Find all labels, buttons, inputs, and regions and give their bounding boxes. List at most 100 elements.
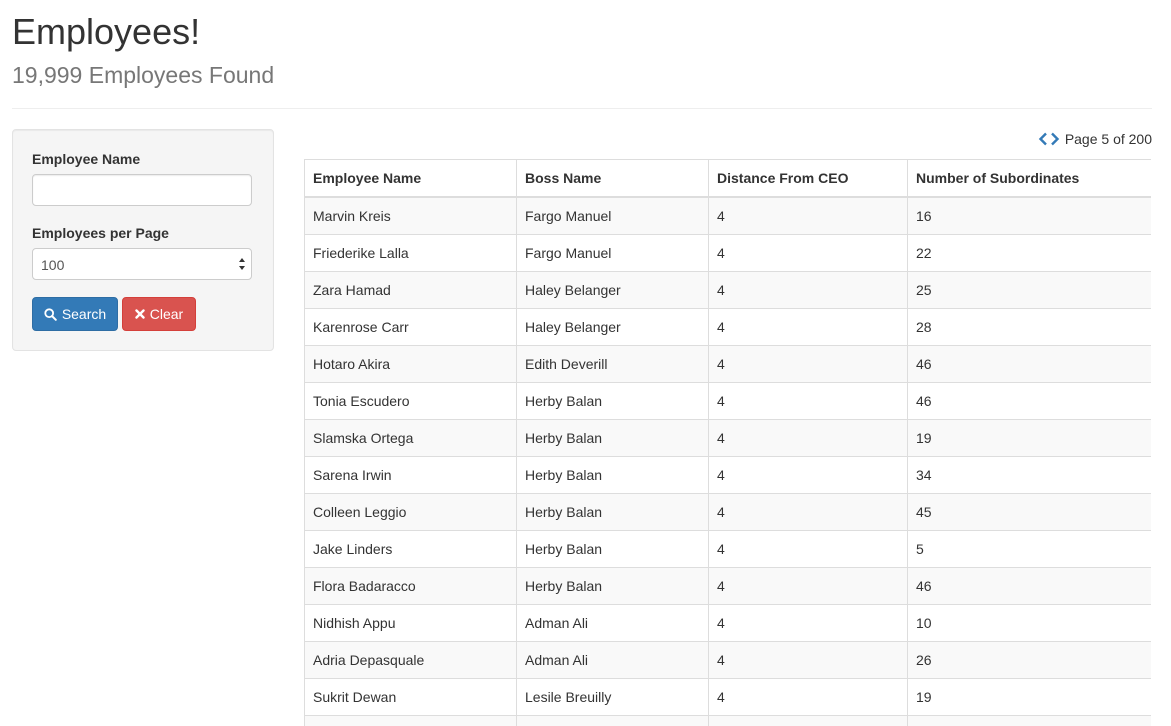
- cell-boss-name: Lesile Breuilly: [516, 678, 709, 716]
- column-header-subordinates[interactable]: Number of Subordinates: [907, 159, 1151, 198]
- column-header-boss-name[interactable]: Boss Name: [516, 159, 709, 198]
- cell-subordinates: 16: [907, 196, 1151, 235]
- cell-employee-name: Flora Badaracco: [304, 567, 517, 605]
- cell-subordinates: 19: [907, 678, 1151, 716]
- per-page-label: Employees per Page: [32, 225, 169, 241]
- cell-employee-name: Colleen Leggio: [304, 493, 517, 531]
- cell-subordinates: 26: [907, 641, 1151, 679]
- cell-boss-name: Herby Balan: [516, 530, 709, 568]
- clear-button[interactable]: Clear: [122, 297, 196, 331]
- search-icon: [44, 307, 57, 321]
- column-header-employee-name[interactable]: Employee Name: [304, 159, 517, 198]
- cell-employee-name: Zara Hamad: [304, 271, 517, 309]
- cell-distance-from-ceo: 4: [708, 493, 908, 531]
- table-row[interactable]: Hotaro Akira Edith Deverill 4 46: [304, 345, 1151, 383]
- cell-distance-from-ceo: 4: [708, 456, 908, 494]
- cell-boss-name: Herby Balan: [516, 382, 709, 420]
- page-title: Employees!: [12, 11, 201, 52]
- table-row[interactable]: Slamska Ortega Herby Balan 4 19: [304, 419, 1151, 457]
- cell-employee-name: Adria Depasquale: [304, 641, 517, 679]
- table-row[interactable]: Friederike Lalla Fargo Manuel 4 22: [304, 234, 1151, 272]
- table-row[interactable]: Jake Linders Herby Balan 4 5: [304, 530, 1151, 568]
- cell-subordinates: 45: [907, 493, 1151, 531]
- table-body: Marvin Kreis Fargo Manuel 4 16 Friederike La…: [304, 196, 1151, 726]
- cell-employee-name: Slamska Ortega: [304, 419, 517, 457]
- cell-boss-name: Fargo Manuel: [516, 234, 709, 272]
- cell-subordinates: 28: [907, 308, 1151, 346]
- table-row[interactable]: Karenrose Carr Haley Belanger 4 28: [304, 308, 1151, 346]
- cell-boss-name: Herby Balan: [516, 419, 709, 457]
- clear-button-label: Clear: [149, 306, 184, 322]
- chevron-left-icon[interactable]: [1038, 132, 1048, 146]
- table-row[interactable]: [304, 715, 1151, 726]
- cell-boss-name: Herby Balan: [516, 567, 709, 605]
- per-page-value: 100: [41, 257, 65, 273]
- cell-subordinates: 25: [907, 271, 1151, 309]
- cell-boss-name: Herby Balan: [516, 493, 709, 531]
- cell-boss-name: Edith Deverill: [516, 345, 709, 383]
- cell-subordinates: 22: [907, 234, 1151, 272]
- cell-distance-from-ceo: 4: [708, 530, 908, 568]
- per-page-select[interactable]: 100: [32, 248, 252, 280]
- cell-employee-name: Sukrit Dewan: [304, 678, 517, 716]
- employees-table: Employee Name Boss Name Distance From CE…: [304, 159, 1151, 726]
- column-header-distance-from-ceo[interactable]: Distance From CEO: [708, 159, 908, 198]
- pagination-arrows: [1038, 132, 1060, 146]
- cell-subordinates: 46: [907, 345, 1151, 383]
- cell-subordinates: 46: [907, 567, 1151, 605]
- cell-boss-name: Fargo Manuel: [516, 196, 709, 235]
- cell-employee-name: Hotaro Akira: [304, 345, 517, 383]
- cell-subordinates: [907, 715, 1151, 726]
- cell-distance-from-ceo: 4: [708, 604, 908, 642]
- table-row[interactable]: Adria Depasquale Adman Ali 4 26: [304, 641, 1151, 679]
- cell-distance-from-ceo: 4: [708, 271, 908, 309]
- cell-subordinates: 19: [907, 419, 1151, 457]
- select-arrows-icon: [239, 258, 245, 270]
- page-indicator: Page 5 of 200: [1064, 131, 1152, 147]
- header-divider: [12, 108, 1152, 109]
- chevron-right-icon[interactable]: [1050, 132, 1060, 146]
- cell-employee-name: [304, 715, 517, 726]
- cell-distance-from-ceo: 4: [708, 641, 908, 679]
- employees-table-container: Employee Name Boss Name Distance From CE…: [304, 159, 1151, 726]
- table-row[interactable]: Colleen Leggio Herby Balan 4 45: [304, 493, 1151, 531]
- cell-employee-name: Tonia Escudero: [304, 382, 517, 420]
- cell-boss-name: Haley Belanger: [516, 271, 709, 309]
- cell-subordinates: 46: [907, 382, 1151, 420]
- search-panel: Employee Name Employees per Page 100 Sea…: [12, 129, 274, 351]
- cell-distance-from-ceo: 4: [708, 345, 908, 383]
- cell-employee-name: Friederike Lalla: [304, 234, 517, 272]
- employee-name-input[interactable]: [32, 174, 252, 206]
- employees-page: Employees! 19,999 Employees Found Employ…: [0, 0, 1171, 726]
- cell-distance-from-ceo: 4: [708, 419, 908, 457]
- cell-employee-name: Nidhish Appu: [304, 604, 517, 642]
- employee-name-label: Employee Name: [32, 151, 141, 167]
- cell-subordinates: 10: [907, 604, 1151, 642]
- cell-employee-name: Marvin Kreis: [304, 196, 517, 235]
- cell-boss-name: Haley Belanger: [516, 308, 709, 346]
- results-count: 19,999 Employees Found: [12, 62, 275, 88]
- cell-distance-from-ceo: 4: [708, 196, 908, 235]
- table-row[interactable]: Sukrit Dewan Lesile Breuilly 4 19: [304, 678, 1151, 716]
- cell-subordinates: 34: [907, 456, 1151, 494]
- table-row[interactable]: Sarena Irwin Herby Balan 4 34: [304, 456, 1151, 494]
- table-row[interactable]: Zara Hamad Haley Belanger 4 25: [304, 271, 1151, 309]
- table-row[interactable]: Flora Badaracco Herby Balan 4 46: [304, 567, 1151, 605]
- cell-distance-from-ceo: 4: [708, 308, 908, 346]
- search-button[interactable]: Search: [32, 297, 118, 331]
- cell-distance-from-ceo: 4: [708, 678, 908, 716]
- cell-boss-name: [516, 715, 709, 726]
- cell-boss-name: Adman Ali: [516, 641, 709, 679]
- cell-distance-from-ceo: [708, 715, 908, 726]
- pagination: Page 5 of 200: [1038, 130, 1152, 148]
- cell-boss-name: Adman Ali: [516, 604, 709, 642]
- cell-distance-from-ceo: 4: [708, 234, 908, 272]
- close-icon: [135, 309, 145, 319]
- table-row[interactable]: Marvin Kreis Fargo Manuel 4 16: [304, 196, 1151, 235]
- cell-distance-from-ceo: 4: [708, 382, 908, 420]
- cell-employee-name: Jake Linders: [304, 530, 517, 568]
- table-row[interactable]: Nidhish Appu Adman Ali 4 10: [304, 604, 1151, 642]
- search-button-label: Search: [61, 306, 107, 322]
- cell-employee-name: Sarena Irwin: [304, 456, 517, 494]
- table-row[interactable]: Tonia Escudero Herby Balan 4 46: [304, 382, 1151, 420]
